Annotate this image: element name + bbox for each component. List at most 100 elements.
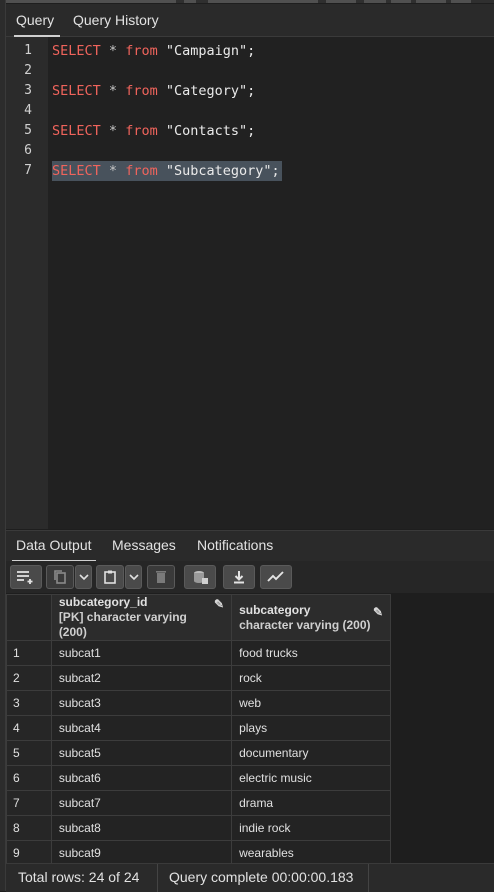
- cell-subcategory-id[interactable]: subcat4: [50, 715, 233, 741]
- results-toolbar: [6, 561, 494, 593]
- cell-subcategory[interactable]: rock: [231, 665, 391, 691]
- cell-subcategory-id[interactable]: subcat3: [50, 690, 233, 716]
- status-bar: Total rows: 24 of 24 Query complete 00:0…: [6, 863, 494, 892]
- line-number: 7: [24, 163, 32, 178]
- query-complete-status: Query complete 00:00:00.183: [169, 869, 354, 885]
- cell-subcategory-id[interactable]: subcat6: [50, 765, 233, 791]
- tab-notifications[interactable]: Notifications: [197, 531, 273, 561]
- sql-keyword: SELECT: [52, 43, 101, 59]
- paste-options-button[interactable]: [125, 565, 142, 589]
- editor-tab-bar: Query Query History: [6, 4, 494, 37]
- line-number: 1: [24, 43, 32, 58]
- sql-keyword: SELECT: [52, 83, 101, 99]
- line-number: 5: [24, 123, 32, 138]
- tab-query-history[interactable]: Query History: [73, 4, 159, 36]
- sql-identifier: "Subcategory";: [165, 163, 280, 179]
- cell-subcategory[interactable]: indie rock: [231, 815, 391, 841]
- table-row[interactable]: 2 subcat2 rock: [6, 665, 391, 691]
- tab-messages[interactable]: Messages: [112, 531, 176, 561]
- cell-subcategory[interactable]: documentary: [231, 740, 391, 766]
- cell-subcategory-id[interactable]: subcat2: [50, 665, 233, 691]
- results-grid: ✎ subcategory_id [PK] character varying …: [6, 594, 391, 866]
- sql-operator: *: [108, 163, 118, 179]
- column-type: character varying (200): [239, 617, 371, 632]
- table-row[interactable]: 5 subcat5 documentary: [6, 740, 391, 766]
- delete-icon: [156, 571, 166, 583]
- add-row-button[interactable]: [10, 565, 42, 589]
- cell-subcategory[interactable]: wearables: [231, 840, 391, 866]
- delete-button[interactable]: [147, 565, 175, 589]
- row-number[interactable]: 1: [6, 640, 52, 666]
- cell-subcategory[interactable]: web: [231, 690, 391, 716]
- sql-operator: *: [108, 43, 118, 59]
- status-divider: [157, 864, 158, 892]
- copy-button[interactable]: [46, 565, 74, 589]
- code-line[interactable]: SELECT * from "Campaign";: [52, 41, 255, 61]
- sql-keyword: from: [125, 83, 158, 99]
- table-row[interactable]: 7 subcat7 drama: [6, 790, 391, 816]
- cell-subcategory-id[interactable]: subcat5: [50, 740, 233, 766]
- download-button[interactable]: [223, 565, 255, 589]
- table-row[interactable]: 4 subcat4 plays: [6, 715, 391, 741]
- sql-operator: *: [108, 123, 118, 139]
- sql-identifier: "Contacts";: [165, 123, 256, 139]
- table-row[interactable]: 6 subcat6 electric music: [6, 765, 391, 791]
- row-number[interactable]: 9: [6, 840, 52, 866]
- copy-options-button[interactable]: [75, 565, 92, 589]
- row-number[interactable]: 5: [6, 740, 52, 766]
- column-name: subcategory_id: [58, 595, 148, 609]
- cell-subcategory-id[interactable]: subcat8: [50, 815, 233, 841]
- results-tab-bar: Data Output Messages Notifications: [6, 530, 494, 562]
- table-row[interactable]: 9 subcat9 wearables: [6, 840, 391, 866]
- code-line[interactable]: SELECT * from "Contacts";: [52, 121, 255, 141]
- sql-identifier: "Campaign";: [165, 43, 256, 59]
- cell-subcategory[interactable]: drama: [231, 790, 391, 816]
- graph-icon: [267, 571, 284, 582]
- cell-subcategory[interactable]: food trucks: [231, 640, 391, 666]
- sql-operator: *: [108, 83, 118, 99]
- table-row[interactable]: 8 subcat8 indie rock: [6, 815, 391, 841]
- chevron-down-icon: [78, 574, 89, 581]
- cell-subcategory[interactable]: plays: [231, 715, 391, 741]
- pencil-icon[interactable]: ✎: [373, 605, 383, 619]
- cell-subcategory-id[interactable]: subcat9: [50, 840, 233, 866]
- sql-keyword: SELECT: [52, 123, 101, 139]
- line-number-gutter: 1 2 3 4 5 6 7: [6, 37, 48, 529]
- sql-keyword: from: [125, 43, 158, 59]
- query-editor[interactable]: 1 2 3 4 5 6 7 SELECT * from "Campaign"; …: [6, 37, 494, 529]
- column-header-subcategory-id[interactable]: ✎ subcategory_id [PK] character varying …: [50, 594, 233, 641]
- tab-data-output[interactable]: Data Output: [12, 531, 95, 562]
- cell-subcategory-id[interactable]: subcat1: [50, 640, 233, 666]
- sql-keyword: from: [125, 163, 158, 179]
- status-divider: [368, 864, 369, 892]
- add-row-icon: [17, 571, 33, 584]
- table-row[interactable]: 3 subcat3 web: [6, 690, 391, 716]
- table-row[interactable]: 1 subcat1 food trucks: [6, 640, 391, 666]
- tab-query[interactable]: Query: [13, 4, 61, 37]
- pencil-icon[interactable]: ✎: [214, 597, 224, 611]
- column-name: subcategory: [239, 602, 311, 617]
- column-header-subcategory[interactable]: ✎ subcategory character varying (200): [231, 594, 391, 641]
- code-line-selected[interactable]: SELECT * from "Subcategory";: [52, 161, 282, 181]
- code-line[interactable]: SELECT * from "Category";: [52, 81, 255, 101]
- paste-button[interactable]: [96, 565, 124, 589]
- row-number[interactable]: 2: [6, 665, 52, 691]
- sql-keyword: SELECT: [52, 163, 101, 179]
- column-type: [PK] character varying (200): [58, 610, 187, 639]
- line-number: 3: [24, 83, 32, 98]
- download-icon: [234, 571, 244, 584]
- graph-visualiser-button[interactable]: [260, 565, 292, 589]
- cell-subcategory[interactable]: electric music: [231, 765, 391, 791]
- row-number[interactable]: 3: [6, 690, 52, 716]
- chevron-down-icon: [128, 574, 139, 581]
- top-toolbar-strip: [6, 0, 494, 3]
- row-number[interactable]: 8: [6, 815, 52, 841]
- sql-identifier: "Category";: [165, 83, 256, 99]
- row-number[interactable]: 4: [6, 715, 52, 741]
- save-data-button[interactable]: [184, 565, 216, 589]
- line-number: 2: [24, 63, 32, 78]
- row-number[interactable]: 7: [6, 790, 52, 816]
- row-number[interactable]: 6: [6, 765, 52, 791]
- cell-subcategory-id[interactable]: subcat7: [50, 790, 233, 816]
- sql-keyword: from: [125, 123, 158, 139]
